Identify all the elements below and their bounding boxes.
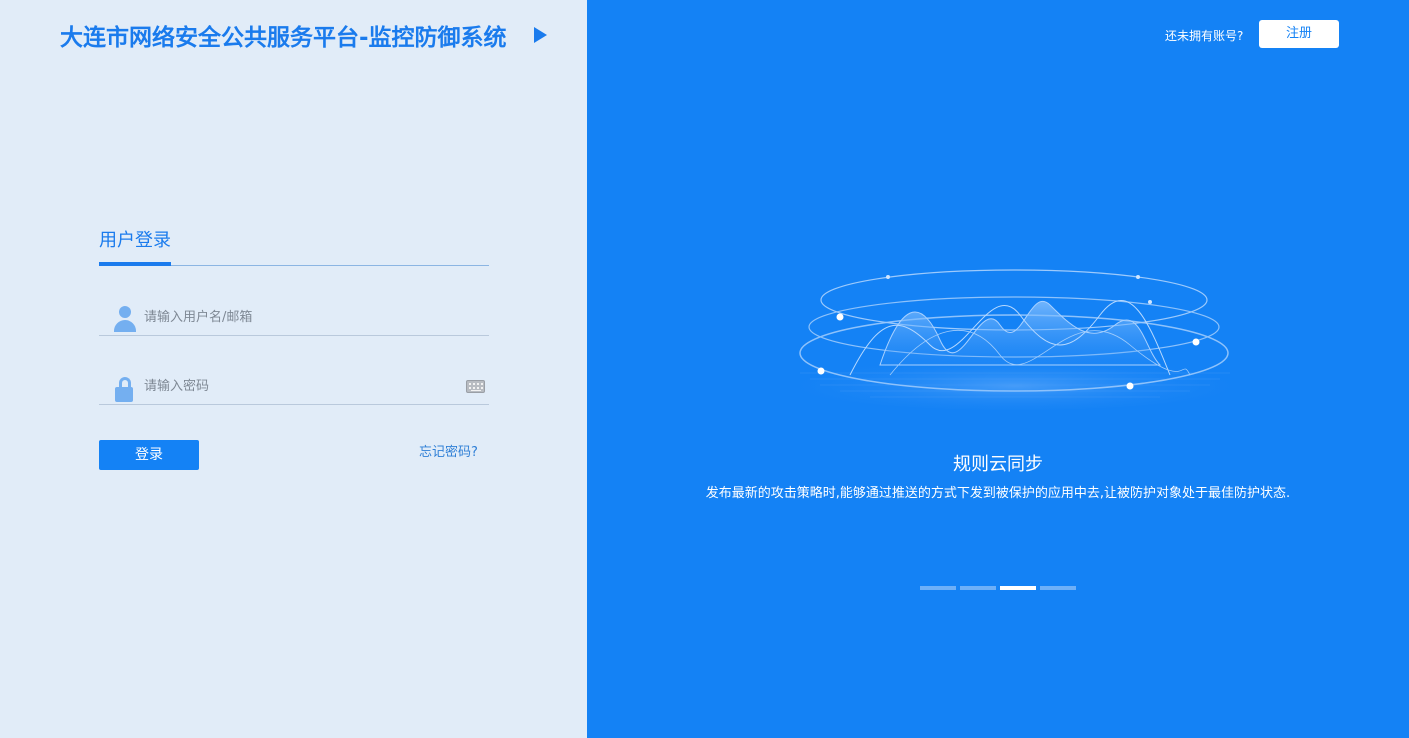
keyboard-icon[interactable]: [466, 380, 485, 393]
pager-dot-4[interactable]: [1040, 586, 1076, 590]
tab-active-indicator: [99, 262, 171, 266]
slide-description: 发布最新的攻击策略时,能够通过推送的方式下发到被保护的应用中去,让被防护对象处于…: [705, 486, 1291, 501]
triangle-right-icon: [534, 27, 547, 43]
register-prompt: 还未拥有账号?: [1165, 29, 1244, 43]
user-icon: [113, 306, 137, 332]
tab-user-login[interactable]: 用户登录: [99, 226, 171, 252]
forgot-password-link[interactable]: 忘记密码?: [419, 441, 478, 460]
login-button[interactable]: 登录: [99, 440, 199, 470]
pager-dot-2[interactable]: [960, 586, 996, 590]
password-input[interactable]: [144, 375, 444, 397]
register-button[interactable]: 注册: [1259, 20, 1339, 48]
page-title: 大连市网络安全公共服务平台-监控防御系统: [60, 25, 507, 51]
username-field: [99, 296, 489, 336]
password-field: [99, 365, 489, 405]
lock-icon: [115, 377, 135, 403]
username-input[interactable]: [144, 306, 444, 328]
pager-dot-1[interactable]: [920, 586, 956, 590]
slide-title: 规则云同步: [953, 454, 1043, 475]
pager-dot-3[interactable]: [1000, 586, 1036, 590]
cloud-sync-illustration: [775, 269, 1255, 410]
